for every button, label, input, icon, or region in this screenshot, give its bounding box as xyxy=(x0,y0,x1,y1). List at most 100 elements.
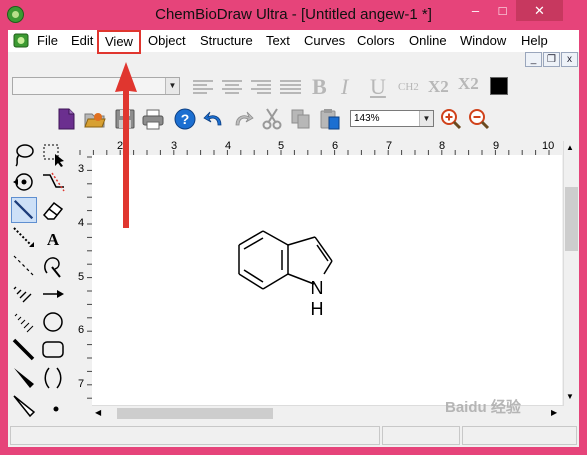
text-tool-icon[interactable]: A xyxy=(40,225,66,251)
subscript-button[interactable]: X2 xyxy=(428,77,449,97)
print-icon[interactable] xyxy=(142,108,164,130)
window-minimize-button[interactable]: – xyxy=(462,0,489,21)
wedge-bond-tool-icon[interactable] xyxy=(11,365,37,391)
copy-icon[interactable] xyxy=(290,108,312,130)
alignment-group xyxy=(193,80,301,94)
bold-button[interactable]: B xyxy=(312,74,327,100)
drawing-elements-tool-icon[interactable] xyxy=(40,337,66,363)
title-bar[interactable]: ChemBioDraw Ultra - [Untitled angew-1 *]… xyxy=(0,0,587,30)
annotation-arrow-icon xyxy=(115,62,137,228)
svg-text:A: A xyxy=(47,230,60,249)
menu-colors[interactable]: Colors xyxy=(354,33,398,51)
ruler-tick-label: 5 xyxy=(78,271,85,283)
scroll-right-arrow[interactable]: ▶ xyxy=(551,408,557,417)
menu-text[interactable]: Text xyxy=(263,33,293,51)
align-right-icon xyxy=(251,80,271,94)
scroll-left-arrow[interactable]: ◀ xyxy=(95,408,101,417)
zoom-out-icon[interactable] xyxy=(468,108,490,130)
menu-window[interactable]: Window xyxy=(457,33,509,51)
menu-structure[interactable]: Structure xyxy=(197,33,256,51)
atom-label-hydrogen[interactable]: H xyxy=(311,299,324,319)
watermark: Baidu 经验 xyxy=(445,399,521,416)
pen-tool-icon[interactable] xyxy=(40,253,66,279)
client-area: File Edit View Object Structure Text Cur… xyxy=(8,30,579,447)
window-close-button[interactable]: ✕ xyxy=(516,0,563,21)
menu-file[interactable]: File xyxy=(34,33,61,51)
ruler-tick-label: 6 xyxy=(332,140,339,152)
ruler-tick-label: 9 xyxy=(493,140,500,152)
align-left-icon xyxy=(193,80,213,94)
ruler-tick-label: 4 xyxy=(225,140,232,152)
ruler-tick-label: 8 xyxy=(439,140,446,152)
brackets-tool-icon[interactable] xyxy=(40,365,66,391)
vertical-ruler: 3 4 5 6 7 xyxy=(78,155,92,405)
marquee-tool-icon[interactable] xyxy=(40,141,66,167)
paste-icon[interactable] xyxy=(319,108,341,130)
atom-label-nitrogen[interactable]: N xyxy=(311,278,324,298)
horizontal-ruler: 2 3 4 5 6 7 8 9 10 xyxy=(78,140,562,155)
vertical-scroll-thumb[interactable] xyxy=(565,187,578,251)
vertical-scrollbar[interactable]: ▲ ▼ xyxy=(563,141,579,406)
menu-view[interactable]: View xyxy=(97,30,141,54)
status-pane-tertiary xyxy=(462,426,577,445)
redo-icon[interactable] xyxy=(232,108,254,130)
menu-curves[interactable]: Curves xyxy=(301,33,348,51)
bold-bond-tool-icon[interactable] xyxy=(11,337,37,363)
menu-edit[interactable]: Edit xyxy=(68,33,96,51)
hashed-bond-tool-icon[interactable] xyxy=(11,253,37,279)
status-bar xyxy=(8,424,579,447)
menu-help[interactable]: Help xyxy=(518,33,551,51)
formula-ch2-button[interactable]: CH2 xyxy=(398,81,419,93)
indole-structure[interactable]: N H xyxy=(92,155,562,405)
drawing-canvas[interactable]: N H xyxy=(92,155,562,405)
rotate-tool-icon[interactable] xyxy=(11,169,37,195)
ruler-tick-label: 6 xyxy=(78,324,85,336)
scroll-down-arrow[interactable]: ▼ xyxy=(566,392,574,401)
eraser-tool-icon[interactable] xyxy=(40,197,66,223)
horizontal-scroll-thumb[interactable] xyxy=(117,408,273,419)
open-document-icon[interactable] xyxy=(84,108,106,130)
help-icon[interactable]: ? xyxy=(174,108,196,130)
underline-button[interactable]: U xyxy=(370,74,386,100)
lasso-tool-icon[interactable] xyxy=(11,141,37,167)
zoom-in-icon[interactable] xyxy=(440,108,462,130)
ruler-tick-label: 3 xyxy=(78,163,85,175)
chemical-symbols-tool-icon[interactable] xyxy=(40,393,66,419)
horizontal-ruler-ticks xyxy=(79,150,550,155)
undo-icon[interactable] xyxy=(203,108,225,130)
wedged-hashed-bond-tool-icon[interactable] xyxy=(11,309,37,335)
hashed-wedge-bond-tool-icon[interactable] xyxy=(11,281,37,307)
menu-online[interactable]: Online xyxy=(406,33,450,51)
status-pane-main xyxy=(10,426,380,445)
orbital-tool-icon[interactable] xyxy=(40,309,66,335)
zoom-value: 143% xyxy=(354,113,380,124)
status-pane-secondary xyxy=(382,426,460,445)
menu-bar: File Edit View Object Structure Text Cur… xyxy=(8,30,579,54)
structure-perspective-tool-icon[interactable] xyxy=(40,169,66,195)
hollow-wedge-bond-tool-icon[interactable] xyxy=(11,393,37,419)
mdi-minimize-button[interactable]: _ xyxy=(525,52,542,67)
font-combo-arrow[interactable]: ▼ xyxy=(165,78,179,94)
color-swatch-button[interactable] xyxy=(490,77,508,95)
mdi-restore-button[interactable]: ❐ xyxy=(543,52,560,67)
italic-button[interactable]: I xyxy=(341,74,348,100)
superscript-button[interactable]: X2 xyxy=(458,74,479,94)
menu-object[interactable]: Object xyxy=(145,33,189,51)
svg-text:?: ? xyxy=(181,111,190,127)
dashed-bond-tool-icon[interactable] xyxy=(11,225,37,251)
mdi-close-button[interactable]: x xyxy=(561,52,578,67)
zoom-combo[interactable]: 143% ▼ xyxy=(350,110,434,127)
document-icon[interactable] xyxy=(13,33,29,48)
ruler-tick-label: 7 xyxy=(78,378,85,390)
scroll-up-arrow[interactable]: ▲ xyxy=(566,143,574,152)
solid-bond-tool-icon[interactable] xyxy=(11,197,37,223)
cut-icon[interactable] xyxy=(261,108,283,130)
font-combo[interactable]: ▼ xyxy=(12,77,180,95)
align-center-icon xyxy=(222,80,242,94)
window-maximize-button[interactable]: □ xyxy=(489,0,516,21)
justify-icon xyxy=(280,80,301,94)
zoom-combo-arrow[interactable]: ▼ xyxy=(419,111,433,126)
new-document-icon[interactable] xyxy=(55,108,77,130)
ruler-tick-label: 3 xyxy=(171,140,178,152)
arrow-tool-icon[interactable] xyxy=(40,281,66,307)
